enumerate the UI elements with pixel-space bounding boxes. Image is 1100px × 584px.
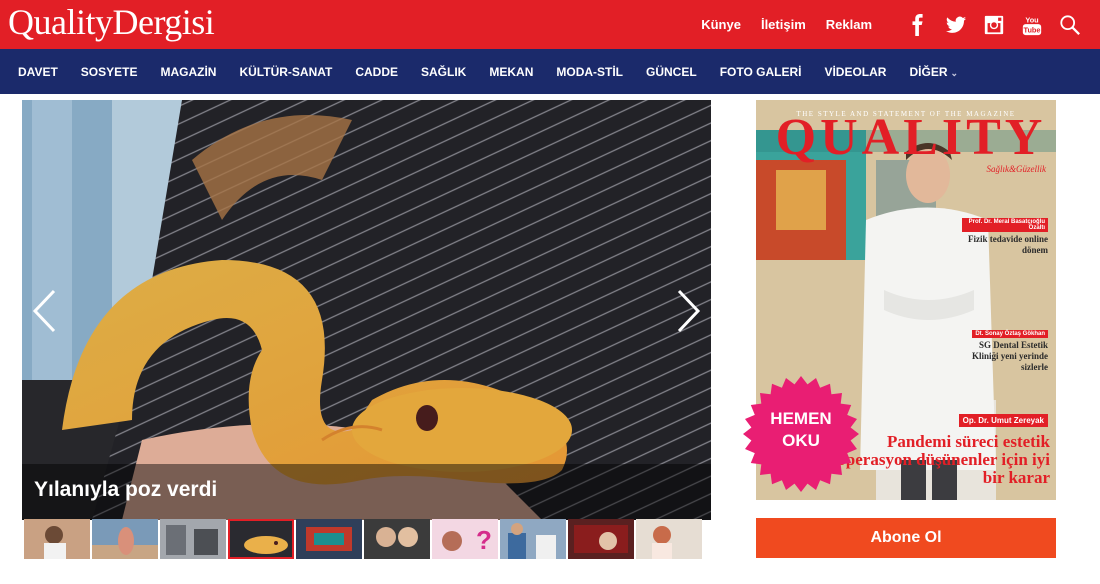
cover-story-1-author: Prof. Dr. Meral Basatçıoğlu Özaltı xyxy=(962,218,1048,232)
magazine-title: QUALITY xyxy=(775,109,1047,166)
nav-mekan[interactable]: MEKAN xyxy=(489,65,533,79)
instagram-icon[interactable] xyxy=(982,13,1006,37)
thumbnail-10[interactable] xyxy=(636,519,702,559)
slider-prev-button[interactable] xyxy=(30,288,60,334)
nav-foto-galeri[interactable]: FOTO GALERİ xyxy=(720,65,802,79)
nav-videolar[interactable]: VİDEOLAR xyxy=(824,65,886,79)
thumbnail-7[interactable]: ? xyxy=(432,519,498,559)
read-now-button[interactable]: HEMEN OKU xyxy=(742,408,860,452)
cover-headline: Pandemi süreci estetik operasyon düşünen… xyxy=(837,432,1050,487)
magazine-subtitle: Sağlık&Güzellik xyxy=(986,164,1047,174)
chevron-left-icon xyxy=(32,289,56,333)
nav-kultur-sanat[interactable]: KÜLTÜR-SANAT xyxy=(239,65,332,79)
link-kunye[interactable]: Künye xyxy=(701,17,741,32)
nav-moda-stil[interactable]: MODA-STİL xyxy=(556,65,623,79)
slide-caption-bar[interactable]: Yılanıyla poz verdi xyxy=(22,464,711,520)
thumbnail-1[interactable] xyxy=(24,519,90,559)
thumbnail-5[interactable] xyxy=(296,519,362,559)
youtube-icon[interactable]: You Tube xyxy=(1020,13,1044,37)
cover-story-2: Dt. Sonay Öztaş Gökhan SG Dental Estetik… xyxy=(962,322,1048,373)
cover-doctor-name: Op. Dr. Umut Zereyak xyxy=(958,414,1048,427)
site-logo[interactable]: QualityDergisi xyxy=(8,2,215,42)
nav-saglik[interactable]: SAĞLIK xyxy=(421,65,466,79)
svg-text:?: ? xyxy=(476,525,492,555)
thumbnail-6[interactable] xyxy=(364,519,430,559)
slider-thumbnails: ? xyxy=(24,519,710,560)
search-icon[interactable] xyxy=(1058,13,1082,37)
thumbnail-8[interactable] xyxy=(500,519,566,559)
thumbnail-4-active[interactable] xyxy=(228,519,294,559)
svg-text:Tube: Tube xyxy=(1024,25,1041,34)
chevron-down-icon: ⌄ xyxy=(950,67,959,78)
nav-davet[interactable]: DAVET xyxy=(18,65,58,79)
nav-guncel[interactable]: GÜNCEL xyxy=(646,65,697,79)
thumbnail-3[interactable] xyxy=(160,519,226,559)
link-iletisim[interactable]: İletişim xyxy=(761,17,806,32)
main-nav: DAVET SOSYETE MAGAZİN KÜLTÜR-SANAT CADDE… xyxy=(0,49,1100,94)
cover-story-1: Prof. Dr. Meral Basatçıoğlu Özaltı Fizik… xyxy=(962,216,1048,256)
top-header: QualityDergisi Künye İletişim Reklam You… xyxy=(0,0,1100,49)
featured-slider[interactable]: Yılanıyla poz verdi xyxy=(22,100,711,520)
twitter-icon[interactable] xyxy=(944,13,968,37)
cover-story-2-author: Dt. Sonay Öztaş Gökhan xyxy=(972,330,1048,338)
svg-text:You: You xyxy=(1025,15,1038,24)
slide-image xyxy=(22,100,711,520)
nav-diger-label: DİĞER xyxy=(909,64,948,79)
nav-diger[interactable]: DİĞER ⌄ xyxy=(909,65,958,79)
slider-next-button[interactable] xyxy=(673,288,703,334)
slide-caption[interactable]: Yılanıyla poz verdi xyxy=(34,478,217,502)
chevron-right-icon xyxy=(677,289,701,333)
nav-sosyete[interactable]: SOSYETE xyxy=(81,65,138,79)
thumbnail-9[interactable] xyxy=(568,519,634,559)
cover-story-1-text: Fizik tedavide online dönem xyxy=(967,234,1048,255)
nav-magazin[interactable]: MAGAZİN xyxy=(160,65,216,79)
cover-story-2-text: SG Dental Estetik Kliniği yeni yerinde s… xyxy=(971,340,1048,372)
nav-cadde[interactable]: CADDE xyxy=(355,65,398,79)
subscribe-button[interactable]: Abone Ol xyxy=(756,518,1056,558)
link-reklam[interactable]: Reklam xyxy=(826,17,872,32)
thumbnail-2[interactable] xyxy=(92,519,158,559)
facebook-icon[interactable] xyxy=(906,13,930,37)
header-links: Künye İletişim Reklam You Tube xyxy=(701,0,1082,49)
